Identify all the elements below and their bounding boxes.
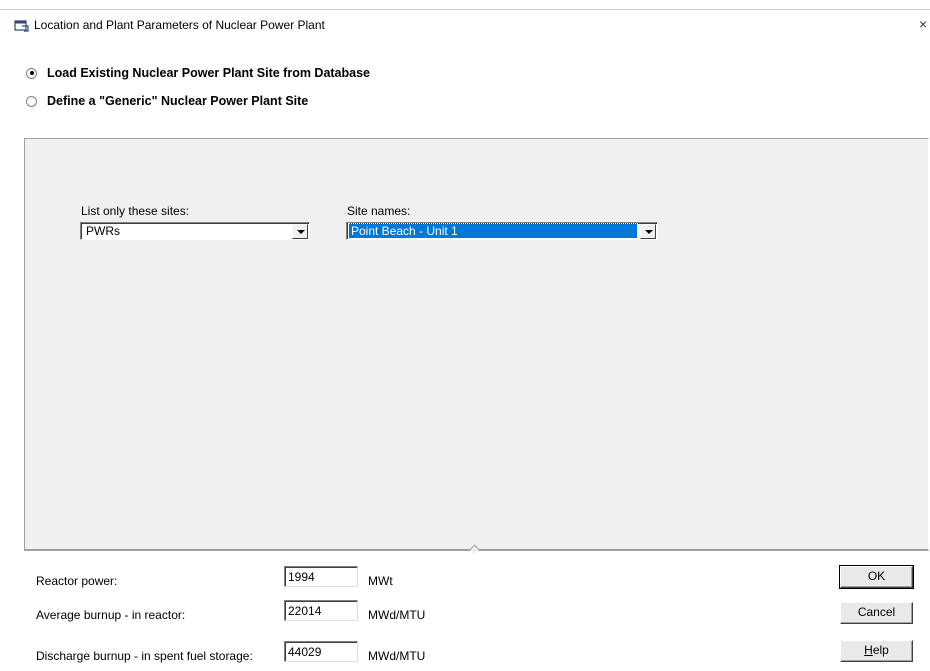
app-icon	[14, 20, 29, 32]
close-icon[interactable]: ×	[919, 16, 930, 32]
list-only-value: PWRs	[86, 224, 120, 238]
reactor-power-input[interactable]	[284, 566, 358, 587]
average-burnup-label: Average burnup - in reactor:	[36, 608, 186, 622]
title-bar-top-border	[0, 9, 930, 10]
chevron-down-icon[interactable]	[640, 224, 656, 239]
reactor-power-label: Reactor power:	[36, 574, 118, 588]
list-only-combobox[interactable]: PWRs	[80, 222, 310, 240]
discharge-burnup-label: Discharge burnup - in spent fuel storage…	[36, 649, 253, 663]
list-only-label: List only these sites:	[81, 204, 190, 218]
radio-button-unchecked-icon[interactable]	[26, 95, 37, 107]
window-title: Location and Plant Parameters of Nuclear…	[34, 18, 325, 32]
radio-load-existing-label: Load Existing Nuclear Power Plant Site f…	[47, 66, 371, 80]
radio-define-generic[interactable]: Define a "Generic" Nuclear Power Plant S…	[26, 92, 308, 110]
average-burnup-unit: MWd/MTU	[368, 608, 426, 622]
site-names-combobox[interactable]: Point Beach - Unit 1	[346, 222, 658, 240]
help-mnemonic: H	[864, 643, 873, 657]
radio-button-checked-icon[interactable]	[26, 67, 37, 79]
help-button[interactable]: Help	[840, 640, 913, 662]
ok-button[interactable]: OK	[839, 565, 914, 589]
site-names-value: Point Beach - Unit 1	[348, 223, 638, 239]
discharge-burnup-input[interactable]	[284, 641, 358, 662]
radio-define-generic-label: Define a "Generic" Nuclear Power Plant S…	[47, 94, 309, 108]
radio-load-existing[interactable]: Load Existing Nuclear Power Plant Site f…	[26, 64, 370, 82]
reactor-power-unit: MWt	[368, 574, 393, 588]
cancel-button[interactable]: Cancel	[840, 602, 913, 624]
site-selection-panel	[24, 138, 929, 551]
chevron-down-icon[interactable]	[292, 224, 308, 239]
help-label-rest: elp	[872, 643, 889, 657]
site-names-label: Site names:	[347, 204, 411, 218]
average-burnup-input[interactable]	[284, 600, 358, 621]
discharge-burnup-unit: MWd/MTU	[368, 649, 426, 663]
